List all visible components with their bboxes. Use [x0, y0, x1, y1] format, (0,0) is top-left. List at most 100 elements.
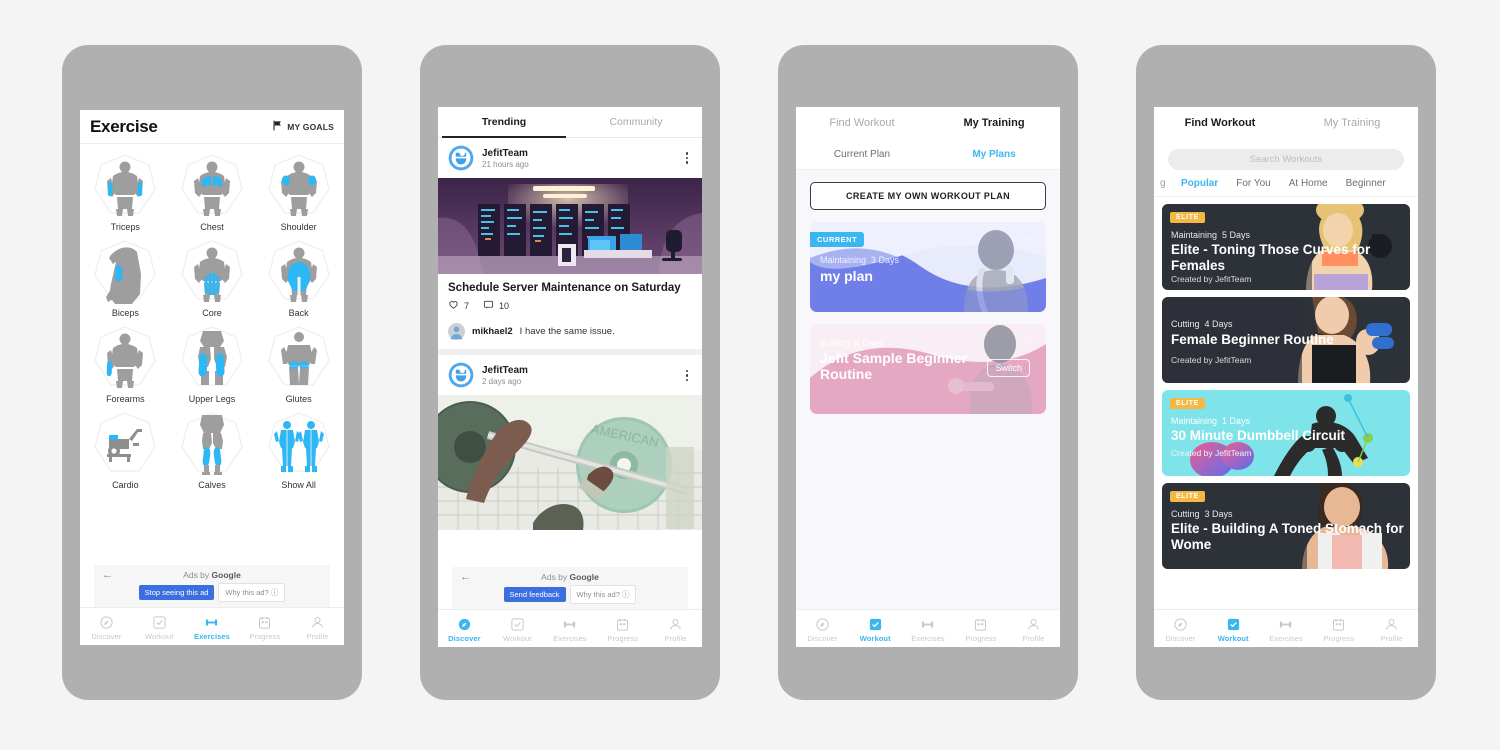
stop-seeing-this-ad-button[interactable]: Stop seeing this ad	[138, 585, 215, 600]
nav-item-workout[interactable]: Workout	[849, 617, 902, 643]
workout-meta: Cutting 4 Days	[1171, 319, 1233, 329]
nav-item-profile[interactable]: Profile	[649, 617, 702, 643]
nav-label: Workout	[144, 631, 174, 641]
dots-horizontal-icon[interactable]: ⋯	[1024, 334, 1036, 347]
compass-icon	[1173, 617, 1188, 632]
workout-title: Elite - Toning Those Curves for Females	[1171, 242, 1371, 273]
workout-card-30-min-dumbbell[interactable]: ELITE Maintaining 1 Days 30 Minute Dumbb…	[1162, 390, 1410, 476]
why-this-ad-button[interactable]: Why this ad? ⓘ	[569, 585, 637, 604]
exercise-cell-showall[interactable]: Show All	[255, 406, 342, 492]
comment-stat[interactable]: 10	[483, 299, 509, 312]
filter-partial[interactable]: g	[1158, 178, 1172, 189]
create-own-plan-button[interactable]: CREATE MY OWN WORKOUT PLAN	[810, 182, 1046, 210]
body-triceps-icon	[89, 151, 161, 221]
exercise-cell-core[interactable]: Core	[169, 234, 256, 320]
kebab-menu-icon[interactable]	[682, 150, 693, 166]
nav-label: Exercises	[553, 633, 587, 643]
plan-title: Jefit Sample Beginner Routine	[820, 350, 968, 383]
phone4-screen: Find Workout My Training Search Workouts…	[1154, 107, 1418, 647]
ads-by-google-label: Ads by Google	[541, 572, 599, 582]
nav-item-progress[interactable]: Progress	[596, 617, 649, 643]
post-timestamp: 21 hours ago	[482, 159, 529, 169]
filter-beginner[interactable]: Beginner	[1337, 178, 1395, 189]
body-glutes-icon	[263, 323, 335, 393]
filter-at-home[interactable]: At Home	[1280, 178, 1337, 189]
kebab-menu-icon[interactable]	[682, 368, 693, 384]
jefit-logo-icon	[448, 362, 474, 388]
body-biceps-icon	[89, 237, 161, 307]
workout-card-elite-toned-stomach[interactable]: ELITE Cutting 3 Days Elite - Building A …	[1162, 483, 1410, 569]
exercise-cell-forearms[interactable]: Forearms	[82, 320, 169, 406]
exercise-cell-cardio[interactable]: Cardio	[82, 406, 169, 492]
send-feedback-button[interactable]: Send feedback	[503, 587, 566, 602]
nav-item-progress[interactable]: Progress	[1312, 617, 1365, 643]
nav-item-workout[interactable]: Workout	[1207, 617, 1260, 643]
dots-horizontal-icon[interactable]: ⋯	[1024, 232, 1036, 245]
subtab-current-plan[interactable]: Current Plan	[796, 149, 928, 160]
google-ad-banner-2: ← Ads by Google Send feedback Why this a…	[452, 567, 688, 609]
nav-item-workout[interactable]: Workout	[491, 617, 544, 643]
nav-item-discover[interactable]: Discover	[80, 615, 133, 641]
segment-find-workout[interactable]: Find Workout	[796, 117, 928, 129]
post-author[interactable]: JefitTeam	[482, 148, 674, 159]
nav-item-profile[interactable]: Profile	[1007, 617, 1060, 643]
check-square-icon	[1226, 617, 1241, 632]
why-this-ad-button[interactable]: Why this ad? ⓘ	[218, 583, 286, 602]
exercise-label: Shoulder	[280, 222, 317, 232]
nav-item-exercises[interactable]: Exercises	[902, 617, 955, 643]
nav-item-progress[interactable]: Progress	[954, 617, 1007, 643]
nav-label: Exercises	[911, 633, 945, 643]
segment-my-training[interactable]: My Training	[928, 117, 1060, 129]
nav-item-discover[interactable]: Discover	[1154, 617, 1207, 643]
my-goals-button[interactable]: MY GOALS	[272, 120, 334, 134]
nav-item-exercises[interactable]: Exercises	[1260, 617, 1313, 643]
compass-icon	[815, 617, 830, 632]
dumbbell-icon	[1278, 617, 1293, 632]
search-input[interactable]: Search Workouts	[1168, 149, 1404, 170]
exercise-cell-calves[interactable]: Calves	[169, 406, 256, 492]
jefit-logo-icon	[448, 145, 474, 171]
switch-plan-button[interactable]: Switch	[987, 359, 1030, 377]
exercise-grid: Triceps Chest Shoulder Biceps Core Back …	[80, 144, 344, 492]
arrow-left-icon[interactable]: ←	[460, 571, 471, 583]
plan-subtabs: Current Plan My Plans	[796, 139, 1060, 170]
like-stat[interactable]: 7	[448, 299, 469, 312]
nav-item-exercises[interactable]: Exercises	[544, 617, 597, 643]
nav-item-discover[interactable]: Discover	[438, 617, 491, 643]
tab-trending[interactable]: Trending	[438, 107, 570, 138]
nav-item-exercises[interactable]: Exercises	[186, 615, 239, 641]
nav-item-profile[interactable]: Profile	[291, 615, 344, 641]
exercise-cell-back[interactable]: Back	[255, 234, 342, 320]
bottom-nav-3: Discover Workout Exercises Progress Prof…	[796, 609, 1060, 647]
exercise-label: Forearms	[106, 394, 145, 404]
bottom-nav-1: Discover Workout Exercises Progress Prof…	[80, 607, 344, 645]
nav-item-workout[interactable]: Workout	[133, 615, 186, 641]
top-comment[interactable]: mikhael2 I have the same issue.	[438, 319, 702, 349]
segment-find-workout[interactable]: Find Workout	[1154, 117, 1286, 129]
exercise-cell-upperlegs[interactable]: Upper Legs	[169, 320, 256, 406]
plan-card-my-plan[interactable]: CURRENT Maintaining 3 Days my plan ⋯	[810, 222, 1046, 312]
exercise-cell-chest[interactable]: Chest	[169, 148, 256, 234]
workout-card-elite-toning[interactable]: ELITE Maintaining 5 Days Elite - Toning …	[1162, 204, 1410, 290]
workout-card-female-beginner[interactable]: Cutting 4 Days Female Beginner Routine C…	[1162, 297, 1410, 383]
post-title[interactable]: Schedule Server Maintenance on Saturday	[438, 274, 702, 299]
post-author[interactable]: JefitTeam	[482, 365, 674, 376]
arrow-left-icon[interactable]: ←	[102, 569, 113, 581]
exercise-cell-glutes[interactable]: Glutes	[255, 320, 342, 406]
plan-card-jefit-sample[interactable]: Bulking 4 Days Jefit Sample Beginner Rou…	[810, 324, 1046, 414]
exercise-cell-shoulder[interactable]: Shoulder	[255, 148, 342, 234]
plan-title: my plan	[820, 268, 873, 284]
filter-popular[interactable]: Popular	[1172, 178, 1227, 189]
filter-for-you[interactable]: For You	[1227, 178, 1279, 189]
dumbbell-icon	[920, 617, 935, 632]
tab-community[interactable]: Community	[570, 107, 702, 137]
exercise-cell-triceps[interactable]: Triceps	[82, 148, 169, 234]
workout-title: 30 Minute Dumbbell Circuit	[1171, 428, 1346, 443]
exercise-cell-biceps[interactable]: Biceps	[82, 234, 169, 320]
nav-item-discover[interactable]: Discover	[796, 617, 849, 643]
nav-item-profile[interactable]: Profile	[1365, 617, 1418, 643]
subtab-my-plans[interactable]: My Plans	[928, 149, 1060, 160]
segment-my-training[interactable]: My Training	[1286, 117, 1418, 129]
nav-label: Progress	[249, 631, 281, 641]
nav-item-progress[interactable]: Progress	[238, 615, 291, 641]
